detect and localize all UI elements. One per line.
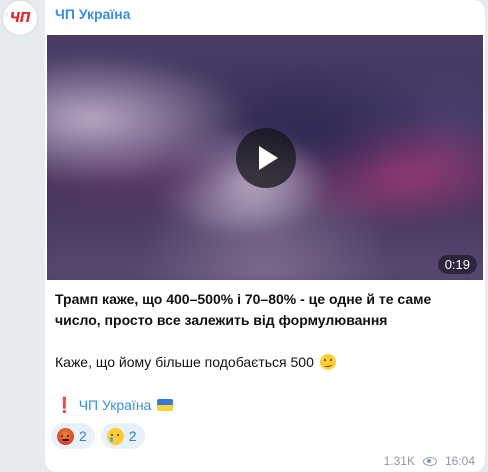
post-caption: Трамп каже, що 400–500% і 70–80% - це од… bbox=[55, 289, 475, 373]
channel-signature[interactable]: ❗ ЧП Україна bbox=[55, 396, 174, 414]
signature-text: ЧП Україна bbox=[78, 397, 152, 413]
eye-icon bbox=[422, 456, 437, 466]
smirking-face-icon bbox=[319, 354, 336, 370]
reaction-count: 2 bbox=[79, 428, 87, 444]
message-bubble: ЧП Україна 0:19 Трамп каже, що 400–500% … bbox=[45, 0, 485, 472]
caption-line-2: Каже, що йому більше подобається 500 bbox=[55, 352, 475, 373]
crying-face-icon bbox=[106, 427, 124, 445]
avatar-text: ЧП bbox=[9, 10, 31, 26]
channel-avatar[interactable]: ЧП bbox=[2, 0, 38, 36]
play-button[interactable] bbox=[236, 128, 296, 188]
angry-face-icon bbox=[57, 427, 74, 445]
reactions-bar: 2 2 bbox=[51, 423, 145, 449]
reaction-count: 2 bbox=[128, 428, 137, 444]
red-exclamation-icon: ❗ bbox=[55, 397, 74, 414]
video-player[interactable]: 0:19 bbox=[47, 35, 483, 280]
ukraine-flag-icon bbox=[157, 399, 174, 411]
reaction-angry[interactable]: 2 bbox=[51, 423, 95, 449]
play-icon bbox=[259, 146, 278, 170]
caption-line-1: Трамп каже, що 400–500% і 70–80% - це од… bbox=[55, 291, 432, 328]
telegram-channel-post: ЧП ЧП Україна 0:19 Трамп каже, що 400–50… bbox=[0, 0, 488, 472]
message-time: 16:04 bbox=[444, 454, 475, 468]
view-count: 1.31K bbox=[383, 454, 415, 468]
channel-name[interactable]: ЧП Україна bbox=[55, 6, 131, 22]
reaction-crying[interactable]: 2 bbox=[100, 423, 145, 449]
caption-line-2-text: Каже, що йому більше подобається 500 bbox=[55, 354, 314, 370]
message-meta: 1.31K 16:04 bbox=[384, 454, 475, 468]
video-duration: 0:19 bbox=[437, 255, 477, 274]
